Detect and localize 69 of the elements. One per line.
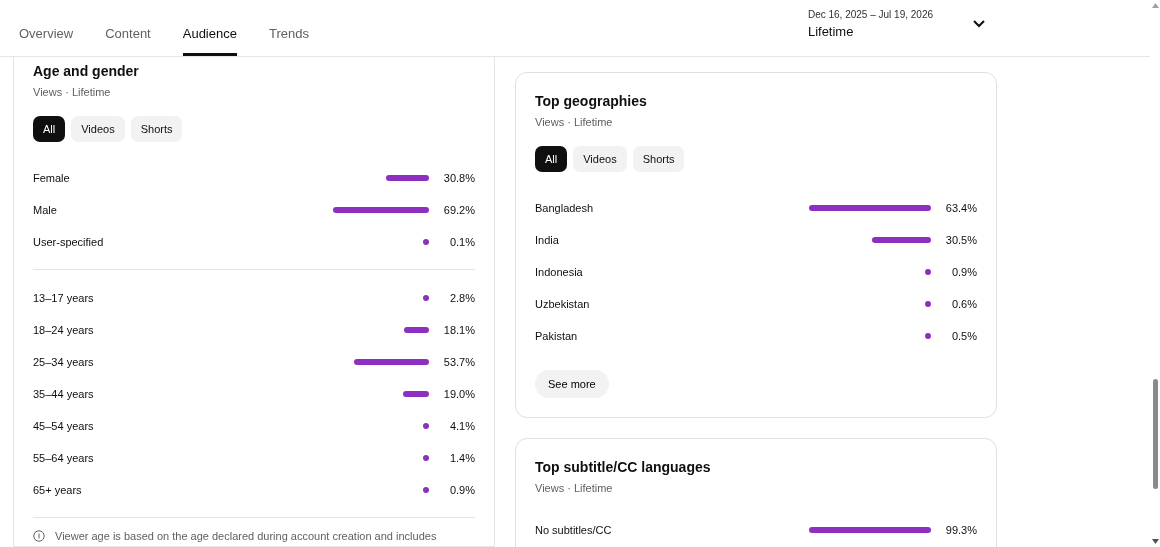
row-label: User-specified (33, 236, 105, 248)
percentage: 99.3% (944, 524, 977, 536)
card-title: Top subtitle/CC languages (535, 459, 712, 475)
bar (423, 239, 429, 245)
bar (386, 175, 429, 181)
date-value[interactable]: Lifetime (807, 24, 933, 39)
tab[interactable]: Content (105, 26, 151, 56)
row-label: 65+ years (33, 484, 83, 496)
percentage: 0.5% (950, 330, 977, 342)
note-text: Viewer age is based on the age declared during account creation and includes (55, 530, 437, 542)
row-label: Bangladesh (535, 202, 595, 214)
percentage: 63.4% (944, 202, 977, 214)
bar (423, 455, 429, 461)
filter-chip[interactable]: Shorts (632, 146, 685, 172)
row-label: 13–17 years (33, 292, 95, 304)
card-subtitle: Views · Lifetime (535, 482, 614, 494)
percentage: 0.9% (448, 484, 475, 496)
row-label: 18–24 years (33, 324, 95, 336)
percentage: 2.8% (448, 292, 475, 304)
bar (925, 333, 931, 339)
bar (423, 295, 429, 301)
info-icon (33, 530, 45, 542)
bar (925, 269, 931, 275)
bar (423, 487, 429, 493)
percentage: 53.7% (442, 356, 475, 368)
percentage: 4.1% (448, 420, 475, 432)
percentage: 0.1% (448, 236, 475, 248)
filter-chip[interactable]: Videos (573, 146, 627, 172)
card-title: Top geographies (535, 93, 648, 109)
row-label: Female (33, 172, 71, 184)
see-more-button[interactable]: See more (535, 370, 609, 398)
percentage: 0.9% (950, 266, 977, 278)
filter-chip[interactable]: Videos (71, 116, 125, 142)
tab[interactable]: Trends (268, 26, 309, 56)
percentage: 0.6% (950, 298, 977, 310)
row-label: 25–34 years (33, 356, 95, 368)
row-label: Male (33, 204, 58, 216)
percentage: 18.1% (442, 324, 475, 336)
filter-chip[interactable]: All (535, 146, 568, 172)
percentage: 30.8% (442, 172, 475, 184)
bar (423, 423, 429, 429)
row-label: No subtitles/CC (535, 524, 613, 536)
percentage: 69.2% (442, 204, 475, 216)
card-title: Age and gender (33, 63, 140, 79)
percentage: 1.4% (448, 452, 475, 464)
card-subtitle: Views · Lifetime (33, 86, 112, 98)
percentage: 30.5% (944, 234, 977, 246)
date-range: Dec 16, 2025 – Jul 19, 2026 (807, 9, 933, 20)
bar (402, 391, 429, 397)
bar (872, 237, 931, 243)
row-label: Pakistan (535, 330, 579, 342)
tab[interactable]: Overview (19, 26, 74, 56)
row-label: 55–64 years (33, 452, 95, 464)
chevron-down-icon[interactable] (973, 20, 985, 28)
row-label: 35–44 years (33, 388, 95, 400)
scrollbar-thumb[interactable] (1152, 379, 1158, 489)
row-label: India (535, 234, 560, 246)
bar (403, 327, 429, 333)
row-label: Uzbekistan (535, 298, 591, 310)
scroll-down-icon[interactable] (1151, 539, 1159, 544)
row-label: 45–54 years (33, 420, 95, 432)
tab[interactable]: Audience (182, 26, 237, 56)
filter-chip[interactable]: Shorts (130, 116, 183, 142)
filter-chip[interactable]: All (33, 116, 66, 142)
bar (925, 301, 931, 307)
scroll-up-icon[interactable] (1151, 3, 1159, 8)
card-subtitle: Views · Lifetime (535, 116, 614, 128)
row-label: Indonesia (535, 266, 584, 278)
percentage: 19.0% (442, 388, 475, 400)
